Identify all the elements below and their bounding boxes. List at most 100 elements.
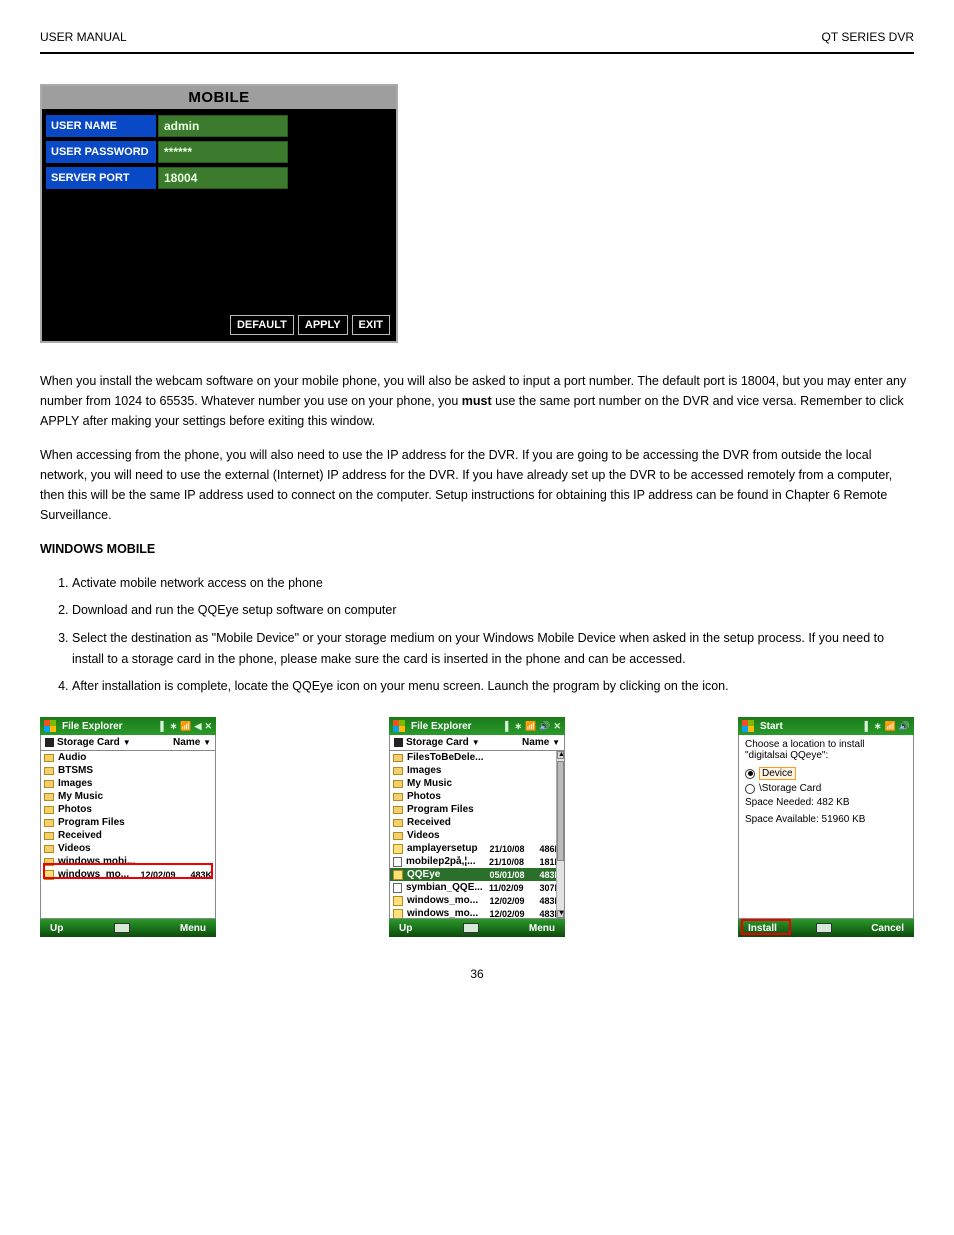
install-prompt: Choose a location to install "digitalsai… bbox=[745, 739, 907, 761]
exit-button[interactable]: EXIT bbox=[352, 315, 390, 335]
cancel-button[interactable]: Cancel bbox=[871, 923, 904, 934]
storage-dropdown[interactable]: Storage Card ▼ bbox=[45, 737, 131, 748]
list-item[interactable]: Photos bbox=[390, 790, 564, 803]
sort-dropdown[interactable]: Name ▼ bbox=[173, 737, 211, 748]
radio-device[interactable]: Device bbox=[745, 767, 907, 780]
menu-button[interactable]: Menu bbox=[529, 923, 555, 934]
antenna-icon: 📶 bbox=[525, 721, 536, 732]
list-item[interactable]: amplayersetup21/10/08486K bbox=[390, 842, 564, 855]
windows-flag-icon bbox=[44, 720, 56, 732]
list-item[interactable]: mobilep2på,¦...21/10/08181K bbox=[390, 855, 564, 868]
storage-dropdown[interactable]: Storage Card ▼ bbox=[394, 737, 480, 748]
radio-icon bbox=[745, 784, 755, 794]
item-name: amplayersetup bbox=[407, 843, 485, 854]
scroll-up-arrow[interactable]: ▲ bbox=[557, 751, 564, 759]
folder-icon bbox=[393, 780, 403, 788]
list-item[interactable]: windows_mo...12/02/09483K bbox=[41, 868, 215, 881]
list-item[interactable]: windows_mo...12/02/09483K bbox=[390, 894, 564, 907]
install-button[interactable]: Install bbox=[748, 923, 777, 934]
item-name: Received bbox=[58, 830, 144, 841]
default-button[interactable]: DEFAULT bbox=[230, 315, 294, 335]
wm-file-list[interactable]: FilesToBeDele...ImagesMy MusicPhotosProg… bbox=[389, 751, 565, 919]
up-button[interactable]: Up bbox=[399, 923, 412, 934]
item-name: Photos bbox=[58, 804, 144, 815]
volume-icon: 🔊 bbox=[539, 721, 550, 732]
list-item[interactable]: Program Files bbox=[390, 803, 564, 816]
username-input[interactable] bbox=[158, 115, 288, 137]
wm-bottombar: Up Menu bbox=[40, 919, 216, 937]
menu-button[interactable]: Menu bbox=[180, 923, 206, 934]
wm-bottombar: Install Cancel bbox=[738, 919, 914, 937]
wm-title: Start bbox=[760, 721, 861, 732]
list-item: After installation is complete, locate t… bbox=[72, 676, 914, 697]
list-item[interactable]: Received bbox=[41, 829, 215, 842]
list-item[interactable]: Videos bbox=[41, 842, 215, 855]
close-icon[interactable]: ✕ bbox=[204, 721, 212, 732]
sort-dropdown[interactable]: Name ▼ bbox=[522, 737, 560, 748]
page-number: 36 bbox=[40, 967, 914, 981]
password-label: USER PASSWORD bbox=[46, 141, 156, 163]
item-name: mobilep2på,¦... bbox=[406, 856, 485, 867]
file-icon bbox=[393, 857, 402, 867]
item-size: 483K bbox=[186, 870, 212, 880]
list-item[interactable]: QQEye05/01/08483K bbox=[390, 868, 564, 881]
wm-tray: ▌ ∗ 📶 🔊 ✕ bbox=[505, 721, 561, 732]
heading-windows-mobile: WINDOWS MOBILE bbox=[40, 539, 914, 559]
screenshot-install-location: Start ▌ ∗ 📶 🔊 Choose a location to insta… bbox=[738, 717, 914, 937]
keyboard-icon[interactable] bbox=[114, 923, 130, 933]
file-icon bbox=[393, 883, 402, 893]
apply-button[interactable]: APPLY bbox=[298, 315, 348, 335]
list-item[interactable]: Received bbox=[390, 816, 564, 829]
up-button[interactable]: Up bbox=[50, 923, 63, 934]
wm-file-list[interactable]: AudioBTSMSImagesMy MusicPhotos Program Fi… bbox=[40, 751, 216, 919]
server-port-input[interactable] bbox=[158, 167, 288, 189]
list-item[interactable]: Photos bbox=[41, 803, 215, 816]
signal-icon: ▌ bbox=[160, 721, 166, 732]
item-name: Audio bbox=[58, 752, 144, 763]
mobile-config-panel: MOBILE USER NAME USER PASSWORD SERVER PO… bbox=[40, 84, 398, 343]
list-item[interactable]: Program Files bbox=[41, 816, 215, 829]
close-icon[interactable]: ✕ bbox=[553, 721, 561, 732]
windows-flag-icon bbox=[393, 720, 405, 732]
radio-icon bbox=[745, 769, 755, 779]
list-item[interactable]: Audio bbox=[41, 751, 215, 764]
item-date: 12/02/09 bbox=[489, 909, 531, 919]
list-item[interactable]: My Music bbox=[41, 790, 215, 803]
list-item[interactable]: Images bbox=[390, 764, 564, 777]
item-name: Images bbox=[58, 778, 144, 789]
item-date: 21/10/08 bbox=[489, 844, 531, 854]
cab-file-icon bbox=[393, 909, 403, 919]
sd-card-icon bbox=[394, 738, 403, 747]
list-item[interactable]: windows_mo...12/02/09483K bbox=[390, 907, 564, 919]
bt-icon: ∗ bbox=[170, 721, 178, 732]
item-name: Program Files bbox=[58, 817, 144, 828]
list-item[interactable]: BTSMS bbox=[41, 764, 215, 777]
header-left: USER MANUAL bbox=[40, 30, 127, 44]
folder-icon bbox=[44, 845, 54, 853]
scroll-thumb[interactable] bbox=[557, 761, 564, 861]
mobile-panel-title: MOBILE bbox=[42, 86, 396, 109]
password-input[interactable] bbox=[158, 141, 288, 163]
scrollbar[interactable]: ▲ ▼ bbox=[556, 751, 564, 918]
list-item[interactable]: Images bbox=[41, 777, 215, 790]
scroll-down-arrow[interactable]: ▼ bbox=[557, 910, 564, 918]
cab-file-icon bbox=[393, 870, 403, 880]
list-item[interactable]: windows mobi... bbox=[41, 855, 215, 868]
keyboard-icon[interactable] bbox=[463, 923, 479, 933]
wm-tray: ▌ ∗ 📶 🔊 bbox=[865, 721, 910, 732]
install-steps-list: Activate mobile network access on the ph… bbox=[40, 573, 914, 697]
list-item[interactable]: Videos bbox=[390, 829, 564, 842]
paragraph-1: When you install the webcam software on … bbox=[40, 371, 914, 431]
radio-storage-card[interactable]: \Storage Card bbox=[745, 783, 907, 794]
list-item[interactable]: FilesToBeDele... bbox=[390, 751, 564, 764]
list-item[interactable]: symbian_QQE...11/02/09307K bbox=[390, 881, 564, 894]
list-item[interactable]: My Music bbox=[390, 777, 564, 790]
wm-title: File Explorer bbox=[411, 721, 501, 732]
folder-icon bbox=[44, 754, 54, 762]
list-item: Activate mobile network access on the ph… bbox=[72, 573, 914, 594]
keyboard-icon[interactable] bbox=[816, 923, 832, 933]
wm-titlebar: Start ▌ ∗ 📶 🔊 bbox=[738, 717, 914, 735]
signal-icon: ▌ bbox=[865, 721, 871, 732]
wm-install-body: Choose a location to install "digitalsai… bbox=[738, 735, 914, 919]
list-item: Download and run the QQEye setup softwar… bbox=[72, 600, 914, 621]
